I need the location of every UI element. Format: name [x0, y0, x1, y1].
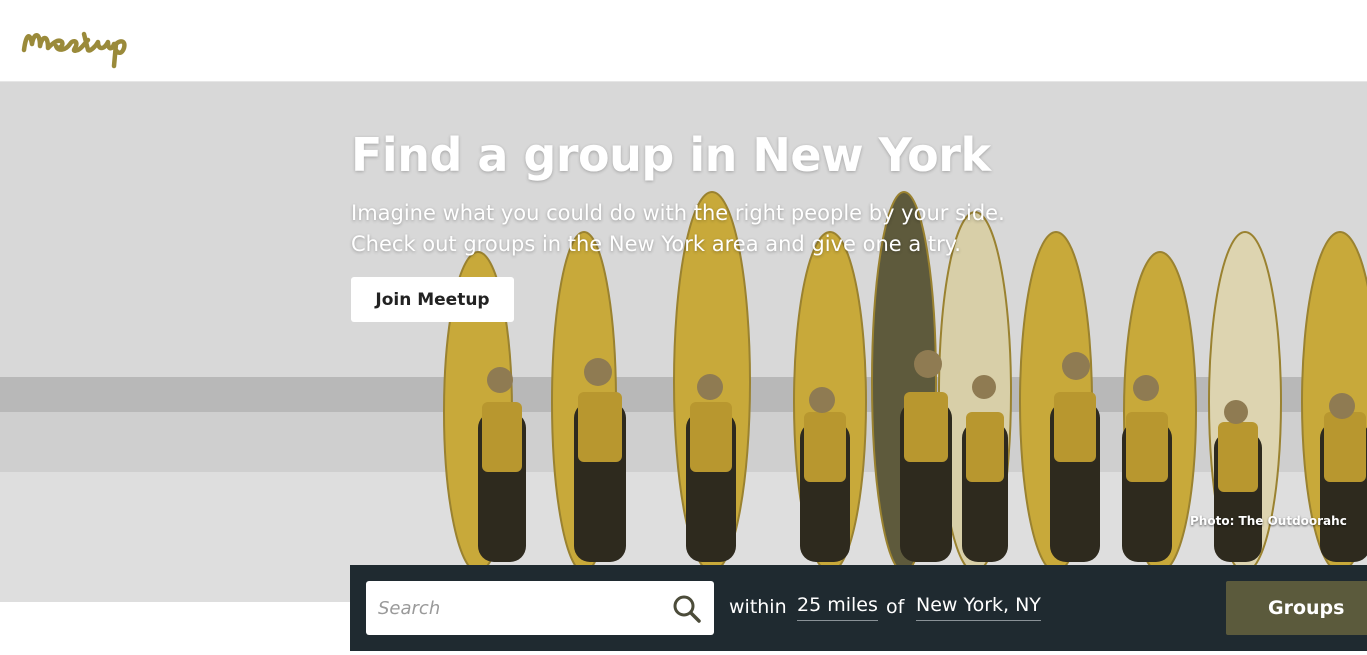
hero-subtitle: Imagine what you could do with the right…	[351, 198, 1005, 260]
search-input[interactable]	[366, 581, 666, 635]
hero-banner: Find a group in New York Imagine what yo…	[0, 82, 1367, 602]
site-header	[0, 0, 1367, 82]
within-label: within	[729, 596, 787, 618]
photo-credit: Photo: The Outdoorahc	[1190, 514, 1347, 528]
hero-subtitle-line-2: Check out groups in the New York area an…	[351, 232, 961, 256]
radius-select[interactable]: 25 miles	[797, 594, 878, 621]
hero-subtitle-line-1: Imagine what you could do with the right…	[351, 201, 1005, 225]
meetup-logo[interactable]	[18, 14, 178, 74]
location-select[interactable]: New York, NY	[916, 594, 1041, 621]
groups-search-button[interactable]: Groups	[1226, 581, 1367, 635]
of-label: of	[886, 596, 905, 618]
search-box	[366, 581, 714, 635]
group-search-bar: within 25 miles of New York, NY Groups	[350, 565, 1367, 651]
join-meetup-button[interactable]: Join Meetup	[351, 277, 514, 322]
search-icon[interactable]	[672, 594, 702, 624]
page-title: Find a group in New York	[351, 128, 991, 182]
